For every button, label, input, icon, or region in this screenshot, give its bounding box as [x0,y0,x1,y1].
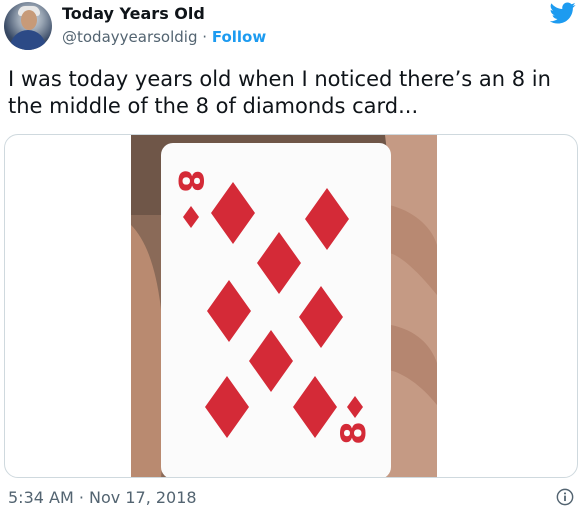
twitter-bird-icon[interactable] [550,0,576,26]
avatar-body [10,30,46,50]
tweet-text: I was today years old when I noticed the… [8,67,551,118]
tweet-timestamp[interactable]: 5:34 AM · Nov 17, 2018 [8,488,197,507]
avatar-face [21,10,37,30]
card-rank-bottom: 8 [334,421,374,445]
card-photo: 8 8 [131,135,437,477]
follow-button[interactable]: Follow [212,28,266,46]
separator-dot: · [202,28,208,46]
author-handle-row: @todayyearsoldig · Follow [62,28,266,46]
author-name[interactable]: Today Years Old [62,4,205,23]
avatar[interactable] [4,2,52,50]
card-rank-top: 8 [170,169,210,193]
author-handle[interactable]: @todayyearsoldig [62,28,197,46]
info-icon[interactable] [556,488,574,506]
tweet-media[interactable]: 8 8 [4,134,578,478]
playing-card: 8 8 [161,143,391,477]
